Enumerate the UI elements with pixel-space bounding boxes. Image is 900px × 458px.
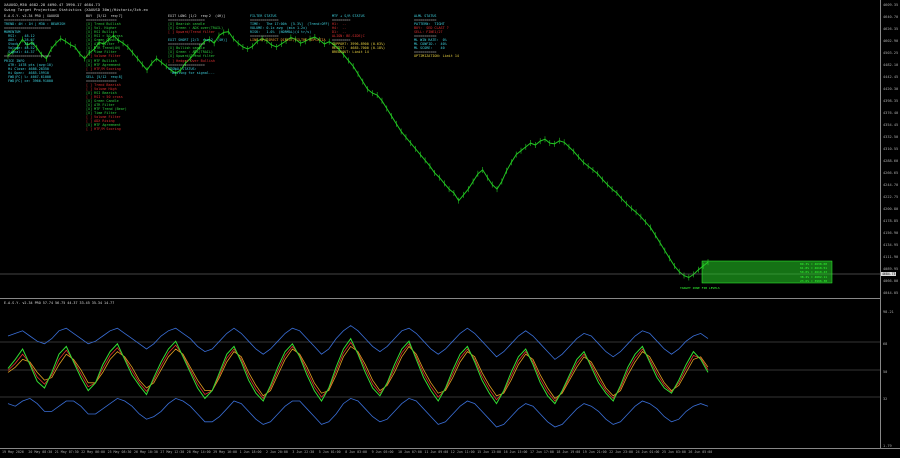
price-tick: 4222.75 xyxy=(883,195,899,199)
time-tick: 18 Jun 19:00 xyxy=(556,450,581,454)
oscillator-tick: 68 xyxy=(883,342,888,346)
price-tick: 4288.60 xyxy=(883,159,899,163)
time-tick: 28 May 14:00 xyxy=(186,450,211,454)
time-tick: 5 Jun 01:00 xyxy=(318,450,341,454)
price-axis[interactable]: 4609.35 4640.70 4626.35 4602.90 4503.25 4482.… xyxy=(880,0,900,448)
price-tick: 4376.40 xyxy=(883,111,899,115)
buy-sell-conditions-panel: BUY [5/12 req:7] =============== [X] Trend… xyxy=(86,14,127,131)
filter-panel-line: LINE UP/DIRECT DIRECT/FILTRE REPLATIA xyxy=(250,38,326,43)
price-tick: 4266.65 xyxy=(883,171,899,175)
exit-conditions-panel: EXIT LONG [1/2 req:2 (4H)] ==============… xyxy=(168,14,227,75)
main-price-chart[interactable]: XAUUSD,M30 4682.28 4690.47 3990.17 4684.… xyxy=(0,0,880,299)
mtf-panel-line: BREAKOUT: Limit 14 xyxy=(332,50,369,55)
current-price-tag: 4684.73 xyxy=(881,272,897,276)
price-tick: 4178.85 xyxy=(883,219,899,223)
time-tick: 11 Jun 09:00 xyxy=(424,450,449,454)
time-tick: 3 Jun 22:30 xyxy=(292,450,315,454)
time-tick: 22 Jun 23:00 xyxy=(609,450,634,454)
price-tick: 4420.30 xyxy=(883,87,899,91)
time-tick: 16 Jun 15:00 xyxy=(503,450,528,454)
price-tick: 4442.45 xyxy=(883,75,899,79)
time-tick: 8 Jun 03:00 xyxy=(345,450,368,454)
oscillator-plot xyxy=(0,325,880,428)
price-tick: 4244.70 xyxy=(883,183,899,187)
easy-panel-line: FWD(FC) ce: 3966.91000 xyxy=(4,78,53,83)
time-tick: 17 Jun 17:00 xyxy=(530,450,554,454)
filter-status-panel: FILTER STATUS ============== TIME: The 17:… xyxy=(250,14,330,42)
price-tick: 4066.00 xyxy=(883,279,899,283)
time-tick: 21 May 07:30 xyxy=(54,450,79,454)
time-tick: 19 May 2026 xyxy=(2,450,24,454)
time-tick: 9 Jun 05:00 xyxy=(371,450,394,454)
price-tick: 4044.05 xyxy=(883,291,899,295)
time-tick: 29 May 16:00 xyxy=(213,450,238,454)
time-tick: 26 May 10:30 xyxy=(134,450,158,454)
time-tick: 22 May 06:00 xyxy=(81,450,106,454)
oscillator-subwindow[interactable]: E.A.S.Y. v2.34 PRO 57.74 56.75 44.37 33.… xyxy=(0,300,880,448)
price-tick: 4609.35 xyxy=(883,3,899,7)
time-tick: 19 Jun 21:00 xyxy=(582,450,607,454)
price-tick: 4134.95 xyxy=(883,243,899,247)
price-tick: 4111.90 xyxy=(883,255,899,259)
time-tick: 2 Jun 20:00 xyxy=(266,450,288,454)
time-tick: 10 Jun 07:00 xyxy=(398,450,422,454)
exits-panel-line: Waiting for signal... xyxy=(168,70,215,75)
oscillator-lower-band xyxy=(7,397,709,428)
price-tick: 4626.35 xyxy=(883,27,899,31)
price-tick: 4332.50 xyxy=(883,135,899,139)
buy-panel-line: [ ] HTF/M Scoring xyxy=(86,127,121,132)
oscillator-tick: 98.21 xyxy=(883,310,894,314)
price-tick: 4398.35 xyxy=(883,99,899,103)
easy-status-panel: E.A.S.Y. v2.34 PRO | XAUUSD =============… xyxy=(4,14,65,83)
oscillator-tick: 32 xyxy=(883,397,888,401)
target-zone-fib-label: 23.6% = 3996.38 xyxy=(800,278,828,283)
price-tick: 4156.90 xyxy=(883,231,899,235)
price-tick: 4310.55 xyxy=(883,147,899,151)
time-tick: 12 Jun 11:00 xyxy=(450,450,475,454)
time-tick: 24 Jun 01:00 xyxy=(635,450,660,454)
target-zone-bottom-label: TARGET ZONE FIB LEVELS xyxy=(680,286,720,290)
price-tick: 4503.25 xyxy=(883,51,899,55)
oscillator-tick: 50 xyxy=(883,370,888,374)
ml-status-panel: ALML STATUS =========== PATTERN: TIGHT BUY:… xyxy=(414,14,459,59)
mtf-sr-status-panel: MTF + S/R STATUS ========= H1: -- H4: -- D1:… xyxy=(332,14,385,54)
price-tick: 4482.10 xyxy=(883,63,899,67)
time-tick: 25 May 08:30 xyxy=(107,450,132,454)
time-tick: 20 May 08:30 xyxy=(28,450,53,454)
time-tick: 26 Jun 05:00 xyxy=(688,450,713,454)
time-tick: 1 Jun 18:00 xyxy=(239,450,262,454)
price-tick: 4602.90 xyxy=(883,39,899,43)
time-tick: 27 May 12:30 xyxy=(160,450,185,454)
time-tick: 15 Jun 13:00 xyxy=(477,450,502,454)
price-tick: 4200.80 xyxy=(883,207,899,211)
time-tick: 25 Jun 03:00 xyxy=(662,450,686,454)
price-tick: 4354.45 xyxy=(883,123,899,127)
price-tick: 4089.95 xyxy=(883,267,899,271)
ml-panel-line: OPTIMIZATION: Limit 14 xyxy=(414,54,459,59)
price-tick: 4640.70 xyxy=(883,15,899,19)
